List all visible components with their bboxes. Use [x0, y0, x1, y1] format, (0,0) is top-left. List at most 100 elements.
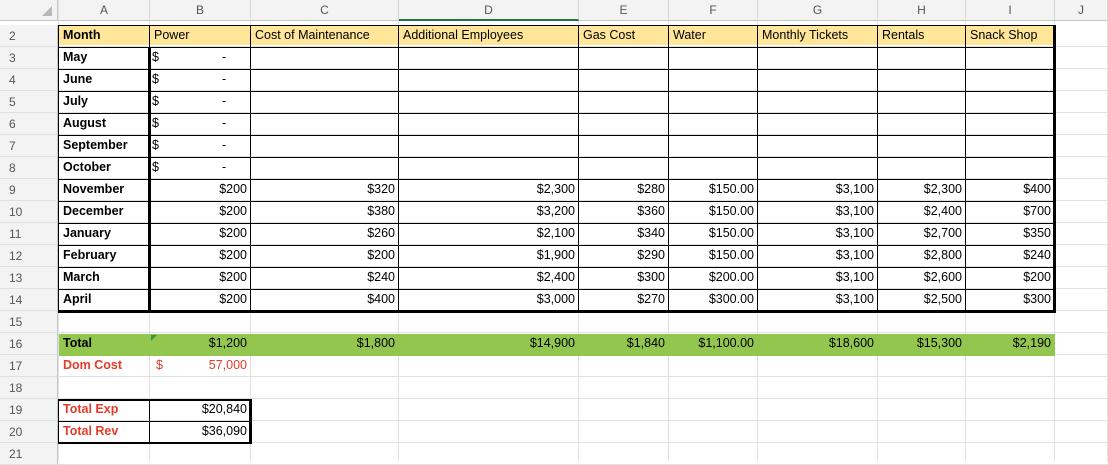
power-dash[interactable]: - — [222, 91, 242, 113]
data-cell-maint[interactable]: $240 — [251, 267, 399, 289]
month-cell[interactable]: May — [59, 47, 150, 69]
data-cell-power[interactable]: $200 — [150, 201, 251, 223]
month-cell[interactable]: April — [59, 289, 150, 311]
data-cell-water[interactable]: $150.00 — [669, 201, 758, 223]
data-cell-tickets[interactable]: $3,100 — [758, 245, 878, 267]
data-cell-gas[interactable]: $340 — [579, 223, 669, 245]
total-label[interactable]: Total — [59, 333, 150, 355]
month-cell[interactable]: July — [59, 91, 150, 113]
row-header-9[interactable]: 9 — [0, 179, 58, 201]
data-cell-rentals[interactable]: $2,300 — [878, 179, 966, 201]
power-dash[interactable]: - — [222, 69, 242, 91]
power-dollar-sign[interactable]: $ — [152, 113, 172, 135]
column-header-D[interactable]: D — [399, 0, 579, 21]
header-cell-maintenance[interactable]: Cost of Maintenance — [251, 25, 399, 47]
dom-cost-value[interactable]: 57,000 — [150, 355, 251, 377]
data-cell-emp[interactable]: $2,300 — [399, 179, 579, 201]
row-header-17[interactable]: 17 — [0, 355, 58, 377]
data-cell-gas[interactable]: $300 — [579, 267, 669, 289]
data-cell-rentals[interactable]: $2,700 — [878, 223, 966, 245]
data-cell-power[interactable]: $200 — [150, 245, 251, 267]
data-cell-maint[interactable]: $260 — [251, 223, 399, 245]
month-cell[interactable]: September — [59, 135, 150, 157]
header-cell-rentals[interactable]: Rentals — [878, 25, 966, 47]
data-cell-tickets[interactable]: $3,100 — [758, 201, 878, 223]
row-header-11[interactable]: 11 — [0, 223, 58, 245]
month-cell[interactable]: June — [59, 69, 150, 91]
row-header-14[interactable]: 14 — [0, 289, 58, 311]
total-cell-water[interactable]: $1,100.00 — [669, 333, 758, 355]
data-cell-power[interactable]: $200 — [150, 179, 251, 201]
data-cell-maint[interactable]: $320 — [251, 179, 399, 201]
power-dash[interactable]: - — [222, 113, 242, 135]
data-cell-snack[interactable]: $240 — [966, 245, 1055, 267]
month-cell[interactable]: February — [59, 245, 150, 267]
row-header-2[interactable]: 2 — [0, 25, 58, 47]
total-cell-emp[interactable]: $14,900 — [399, 333, 579, 355]
data-cell-power[interactable]: $200 — [150, 223, 251, 245]
data-cell-snack[interactable]: $300 — [966, 289, 1055, 311]
data-cell-gas[interactable]: $360 — [579, 201, 669, 223]
row-header-12[interactable]: 12 — [0, 245, 58, 267]
row-header-6[interactable]: 6 — [0, 113, 58, 135]
data-cell-tickets[interactable]: $3,100 — [758, 223, 878, 245]
month-cell[interactable]: November — [59, 179, 150, 201]
data-cell-maint[interactable]: $380 — [251, 201, 399, 223]
header-cell-water[interactable]: Water — [669, 25, 758, 47]
data-cell-rentals[interactable]: $2,600 — [878, 267, 966, 289]
data-cell-power[interactable]: $200 — [150, 267, 251, 289]
power-dollar-sign[interactable]: $ — [152, 69, 172, 91]
column-header-F[interactable]: F — [669, 0, 758, 21]
row-header-3[interactable]: 3 — [0, 47, 58, 69]
column-header-I[interactable]: I — [966, 0, 1055, 21]
column-header-J[interactable]: J — [1055, 0, 1108, 21]
data-cell-emp[interactable]: $3,200 — [399, 201, 579, 223]
header-cell-employees[interactable]: Additional Employees — [399, 25, 579, 47]
row-header-16[interactable]: 16 — [0, 333, 58, 355]
data-cell-tickets[interactable]: $3,100 — [758, 267, 878, 289]
power-dollar-sign[interactable]: $ — [152, 157, 172, 179]
power-dollar-sign[interactable]: $ — [152, 91, 172, 113]
row-header-18[interactable]: 18 — [0, 377, 58, 399]
column-header-A[interactable]: A — [59, 0, 150, 21]
total-rev-value[interactable]: $36,090 — [150, 421, 251, 443]
total-cell-maint[interactable]: $1,800 — [251, 333, 399, 355]
total-cell-power[interactable]: $1,200 — [150, 333, 251, 355]
power-dollar-sign[interactable]: $ — [152, 135, 172, 157]
row-header-8[interactable]: 8 — [0, 157, 58, 179]
data-cell-water[interactable]: $150.00 — [669, 223, 758, 245]
month-cell[interactable]: March — [59, 267, 150, 289]
data-cell-gas[interactable]: $280 — [579, 179, 669, 201]
data-cell-rentals[interactable]: $2,500 — [878, 289, 966, 311]
row-header-21[interactable]: 21 — [0, 443, 58, 465]
total-cell-tickets[interactable]: $18,600 — [758, 333, 878, 355]
data-cell-emp[interactable]: $2,400 — [399, 267, 579, 289]
month-cell[interactable]: January — [59, 223, 150, 245]
total-exp-label[interactable]: Total Exp — [59, 399, 150, 421]
header-cell-power[interactable]: Power — [150, 25, 251, 47]
column-header-B[interactable]: B — [150, 0, 251, 21]
data-cell-rentals[interactable]: $2,800 — [878, 245, 966, 267]
month-cell[interactable]: October — [59, 157, 150, 179]
column-header-E[interactable]: E — [579, 0, 669, 21]
data-cell-water[interactable]: $300.00 — [669, 289, 758, 311]
data-cell-tickets[interactable]: $3,100 — [758, 289, 878, 311]
row-header-19[interactable]: 19 — [0, 399, 58, 421]
data-cell-gas[interactable]: $270 — [579, 289, 669, 311]
header-cell-gas[interactable]: Gas Cost — [579, 25, 669, 47]
row-header-10[interactable]: 10 — [0, 201, 58, 223]
header-cell-month[interactable]: Month — [59, 25, 150, 47]
row-header-15[interactable]: 15 — [0, 311, 58, 333]
month-cell[interactable]: December — [59, 201, 150, 223]
data-cell-maint[interactable]: $400 — [251, 289, 399, 311]
header-cell-snack[interactable]: Snack Shop — [966, 25, 1055, 47]
data-cell-rentals[interactable]: $2,400 — [878, 201, 966, 223]
total-rev-label[interactable]: Total Rev — [59, 421, 150, 443]
data-cell-gas[interactable]: $290 — [579, 245, 669, 267]
total-exp-value[interactable]: $20,840 — [150, 399, 251, 421]
data-cell-emp[interactable]: $3,000 — [399, 289, 579, 311]
data-cell-power[interactable]: $200 — [150, 289, 251, 311]
data-cell-snack[interactable]: $350 — [966, 223, 1055, 245]
total-cell-rentals[interactable]: $15,300 — [878, 333, 966, 355]
power-dollar-sign[interactable]: $ — [152, 47, 172, 69]
